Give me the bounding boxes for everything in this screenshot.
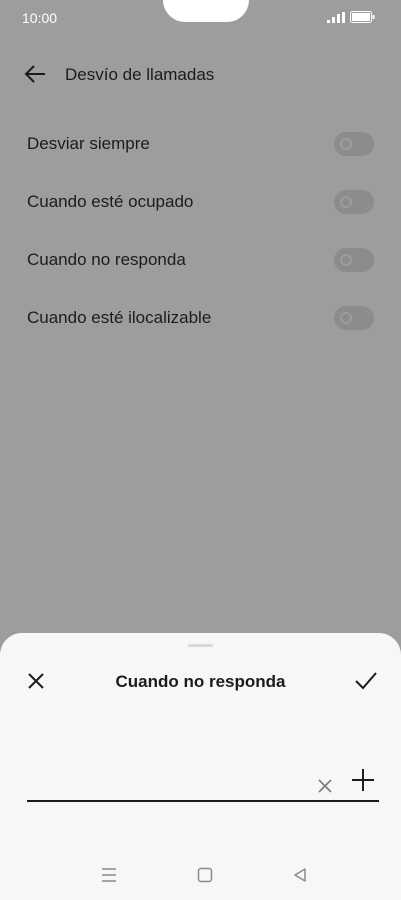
phone-screen: 10:00 Desvío de llamadas Desviar siempre xyxy=(0,0,401,900)
toggle-switch[interactable] xyxy=(334,132,374,156)
signal-icon xyxy=(327,12,345,23)
status-time: 10:00 xyxy=(22,10,58,26)
toggle-knob xyxy=(340,312,352,324)
row-label: Desviar siempre xyxy=(27,134,150,153)
back-triangle-icon[interactable] xyxy=(291,866,309,884)
status-bar: 10:00 xyxy=(0,0,401,36)
menu-icon[interactable] xyxy=(100,866,118,884)
battery-icon xyxy=(350,11,375,23)
forwarding-row-always[interactable]: Desviar siempre xyxy=(0,122,401,166)
phone-number-input[interactable] xyxy=(27,760,301,796)
home-square-icon[interactable] xyxy=(196,866,214,884)
row-label: Cuando no responda xyxy=(27,250,186,269)
toggle-knob xyxy=(340,196,352,208)
forwarding-row-busy[interactable]: Cuando esté ocupado xyxy=(0,180,401,224)
navigation-bar xyxy=(0,856,401,896)
toggle-switch[interactable] xyxy=(334,306,374,330)
page-title: Desvío de llamadas xyxy=(65,65,215,84)
toggle-switch[interactable] xyxy=(334,190,374,214)
input-underline xyxy=(27,800,379,802)
toggle-knob xyxy=(340,138,352,150)
forwarding-row-no-answer[interactable]: Cuando no responda xyxy=(0,238,401,282)
row-label: Cuando esté ilocalizable xyxy=(27,308,212,327)
sheet-title: Cuando no responda xyxy=(115,672,286,691)
app-bar: Desvío de llamadas xyxy=(0,54,401,94)
drag-handle[interactable] xyxy=(188,644,213,647)
forwarding-row-unreachable[interactable]: Cuando esté ilocalizable xyxy=(0,296,401,340)
plus-icon[interactable] xyxy=(351,768,375,792)
row-label: Cuando esté ocupado xyxy=(27,192,194,211)
toggle-knob xyxy=(340,254,352,266)
clear-icon[interactable] xyxy=(317,778,333,794)
check-icon[interactable] xyxy=(354,671,378,691)
toggle-switch[interactable] xyxy=(334,248,374,272)
arrow-left-icon[interactable] xyxy=(24,64,46,84)
